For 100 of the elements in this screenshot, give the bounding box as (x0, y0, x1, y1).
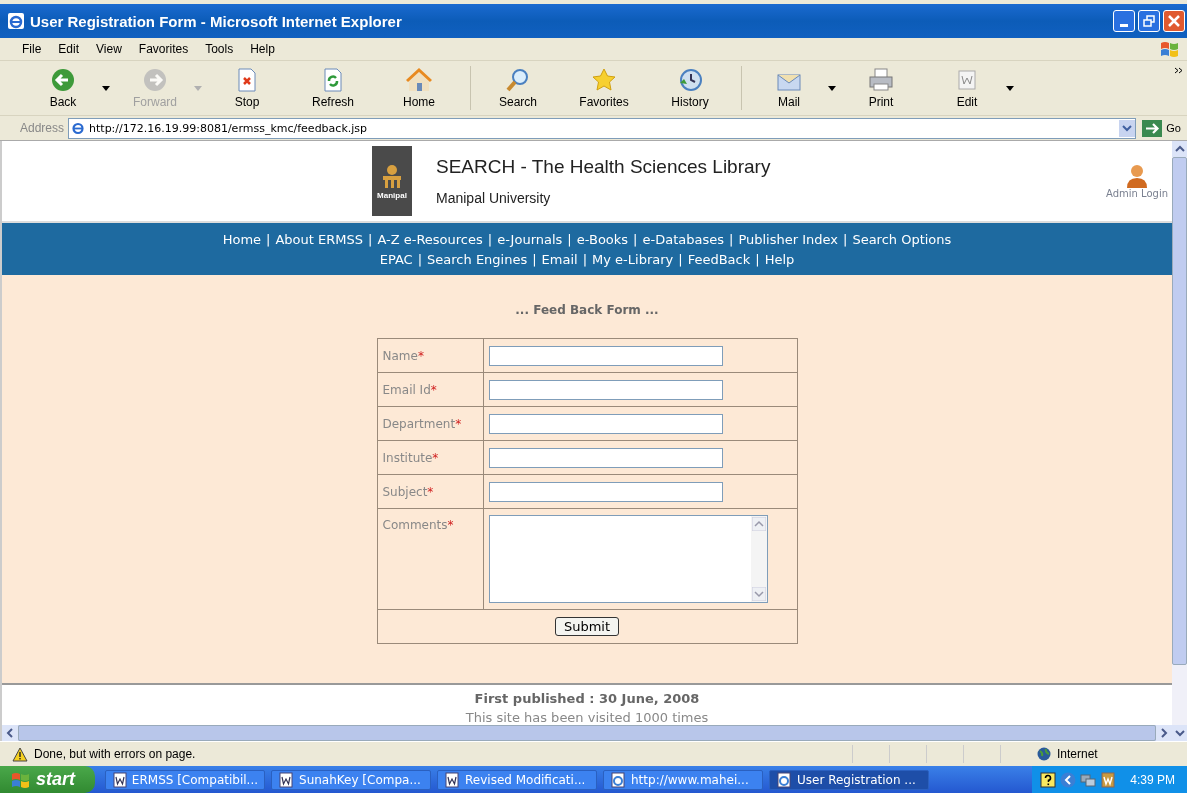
document-icon (444, 771, 460, 788)
address-label: Address (20, 121, 65, 135)
field-label: Name* (377, 338, 483, 373)
menu-item[interactable]: Edit (58, 42, 80, 56)
nav-link[interactable]: About ERMSS (275, 231, 363, 247)
site-subtitle: Manipal University (436, 190, 552, 206)
nav-link[interactable]: Email (541, 251, 578, 267)
history-button[interactable]: History (655, 67, 725, 109)
menu-item[interactable]: File (22, 42, 42, 56)
nav-separator: | (368, 231, 373, 247)
dropdown-icon[interactable] (1119, 119, 1136, 137)
nav-separator: | (567, 231, 572, 247)
nav-link[interactable]: A-Z e-Resources (377, 231, 483, 247)
field-label: Institute* (377, 440, 483, 475)
restore-button[interactable] (1138, 10, 1160, 32)
document-icon (112, 771, 127, 788)
document-icon[interactable] (1100, 771, 1117, 788)
nav-separator: | (755, 251, 760, 267)
star-icon (591, 67, 617, 93)
form-title: ... Feed Back Form ... (515, 303, 659, 317)
nav-separator: | (633, 231, 638, 247)
mail-button[interactable]: Mail (754, 67, 824, 109)
menu-item[interactable]: Help (250, 42, 275, 56)
globe-icon (1037, 747, 1051, 761)
windows-logo-icon (1159, 39, 1181, 59)
user-icon (1126, 163, 1148, 188)
admin-login-link[interactable]: Admin Login (1105, 163, 1168, 199)
field-label: Email Id* (377, 372, 483, 407)
nav-separator: | (843, 231, 848, 247)
stop-button[interactable]: Stop (212, 67, 282, 109)
menu-item[interactable]: Favorites (138, 42, 189, 56)
nav-link[interactable]: e-Journals (497, 231, 563, 247)
home-button[interactable]: Home (384, 67, 454, 109)
site-title: SEARCH - The Health Sciences Library (436, 156, 772, 178)
network-icon[interactable] (1080, 771, 1097, 788)
nav-link[interactable]: Search Options (852, 231, 952, 247)
back-icon[interactable] (1060, 771, 1077, 788)
menu-item[interactable]: View (96, 42, 122, 56)
dropdown-arrow-icon[interactable] (828, 85, 836, 91)
address-field[interactable]: http://172.16.19.99:8081/ermss_kmc/feedback.jsp (68, 117, 1137, 139)
nav-separator: | (532, 251, 537, 267)
nav-separator: | (487, 231, 493, 247)
submit-button[interactable]: Submit (554, 617, 620, 636)
menu-item[interactable]: Tools (205, 42, 234, 56)
nav-link[interactable]: My e-Library (592, 251, 674, 267)
nav-link[interactable]: e-Books (576, 231, 629, 247)
scroll-up-button[interactable] (751, 517, 766, 531)
nav-link[interactable]: FeedBack (687, 251, 751, 267)
taskbar-button[interactable]: SunahKey [Compa... (271, 769, 431, 790)
restore-icon (1143, 15, 1155, 27)
back-button[interactable]: Back (28, 67, 98, 109)
taskbar-button[interactable]: ERMSS [Compatibil... (105, 769, 265, 790)
text-field[interactable] (488, 379, 723, 400)
university-logo: Manipal (372, 146, 412, 216)
url-text: http://172.16.19.99:8081/ermss_kmc/feedback.jsp (89, 121, 369, 135)
search-button[interactable]: Search (483, 67, 553, 109)
text-field[interactable] (488, 413, 723, 434)
nav-link[interactable]: Help (764, 251, 795, 267)
text-field[interactable] (488, 481, 723, 502)
edit-button[interactable]: Edit (932, 67, 1002, 109)
published-date: First published : 30 June, 2008 (474, 691, 700, 706)
print-button[interactable]: Print (846, 67, 916, 109)
comments-field[interactable] (488, 515, 768, 603)
nav-link[interactable]: Home (222, 231, 262, 247)
favorites-button[interactable]: Favorites (569, 67, 639, 109)
minimize-button[interactable] (1113, 10, 1135, 32)
ie-icon (776, 771, 792, 788)
close-icon (1167, 14, 1181, 28)
ie-icon (8, 13, 24, 29)
chevron-icon[interactable] (1174, 67, 1183, 74)
refresh-button[interactable]: Refresh (298, 67, 368, 109)
dropdown-arrow-icon[interactable] (102, 85, 110, 91)
dropdown-arrow-icon[interactable] (1006, 85, 1014, 91)
field-label: Comments* (377, 508, 483, 610)
nav-link[interactable]: e-Databases (642, 231, 724, 247)
visit-counter: This site has been visited 1000 times (465, 710, 709, 725)
close-button[interactable] (1163, 10, 1185, 32)
text-field[interactable] (488, 345, 723, 366)
taskbar-button[interactable]: http://www.mahei... (603, 769, 763, 790)
nav-separator: | (266, 231, 271, 247)
taskbar-button[interactable]: User Registration ... (769, 769, 929, 790)
text-field[interactable] (488, 447, 723, 468)
arrow-icon (1142, 119, 1163, 137)
window-title: User Registration Form - Microsoft Internet Explorer (30, 12, 403, 30)
nav-link[interactable]: Publisher Index (738, 231, 838, 247)
scroll-down-button[interactable] (751, 587, 766, 601)
printer-icon (868, 67, 894, 93)
taskbar-button[interactable]: Revised Modificati... (437, 769, 597, 790)
ie-icon (610, 771, 626, 788)
status-text: Done, but with errors on page. (34, 747, 197, 761)
start-button[interactable]: start (0, 766, 95, 793)
nav-link[interactable]: Search Engines (427, 251, 528, 267)
clock: 4:39 PM (1130, 772, 1175, 787)
go-button[interactable]: Go (1140, 119, 1187, 137)
nav-separator: | (417, 251, 423, 267)
help-icon[interactable] (1040, 771, 1057, 788)
ie-icon (71, 121, 86, 135)
clock-icon (677, 67, 703, 93)
field-label: Subject* (377, 474, 483, 509)
nav-link[interactable]: EPAC (379, 251, 413, 267)
